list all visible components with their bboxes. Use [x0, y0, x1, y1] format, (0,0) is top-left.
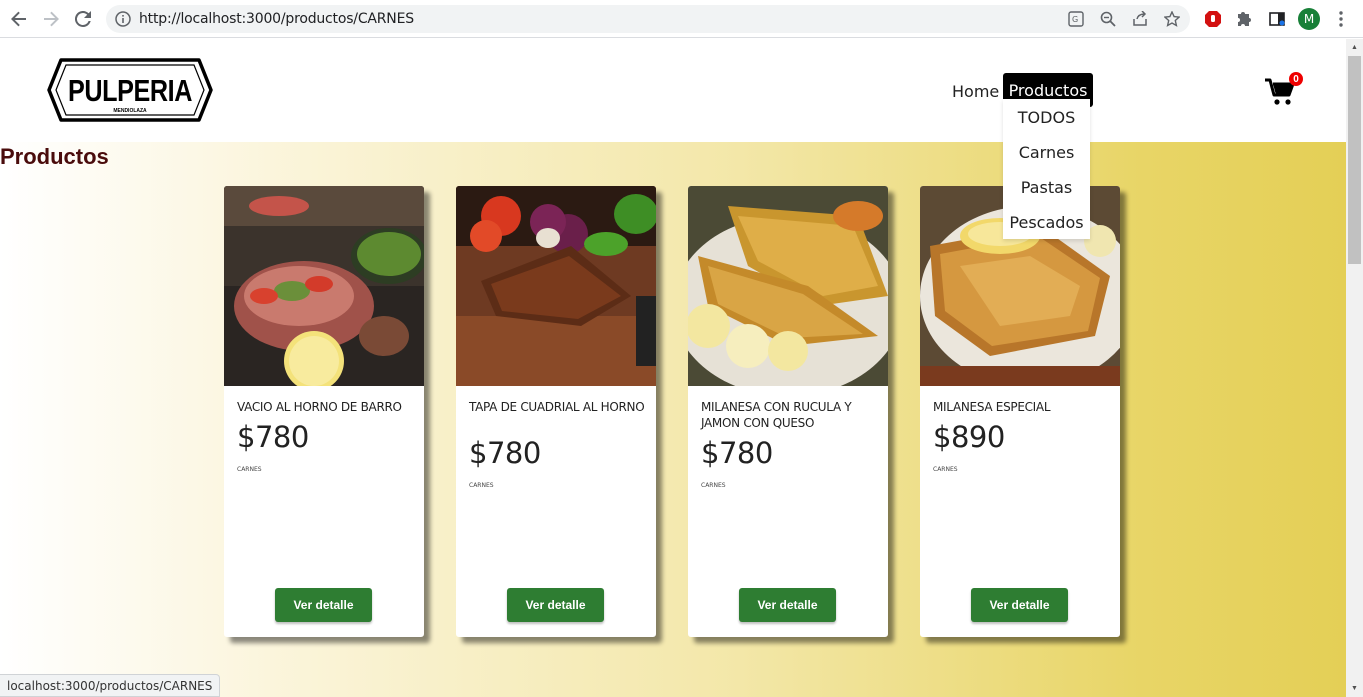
- cart-count-badge: 0: [1289, 72, 1303, 86]
- product-image[interactable]: [456, 186, 656, 386]
- product-name: MILANESA ESPECIAL: [933, 400, 1051, 414]
- svg-text:MENDIOLAZA: MENDIOLAZA: [113, 108, 147, 114]
- dropdown-item-pescados[interactable]: Pescados: [1003, 213, 1090, 232]
- url-text[interactable]: http://localhost:3000/productos/CARNES: [139, 11, 414, 27]
- dropdown-item-carnes[interactable]: Carnes: [1003, 143, 1090, 162]
- back-arrow-icon[interactable]: [8, 8, 30, 30]
- ver-detalle-button[interactable]: Ver detalle: [739, 588, 836, 622]
- nav-home-link[interactable]: Home: [952, 82, 999, 101]
- productos-dropdown-menu: TODOS Carnes Pastas Pescados: [1003, 99, 1090, 239]
- scrollbar-thumb[interactable]: [1348, 56, 1361, 264]
- address-bar[interactable]: http://localhost:3000/productos/CARNES G: [106, 5, 1190, 33]
- profile-avatar[interactable]: M: [1298, 8, 1320, 30]
- ver-detalle-button[interactable]: Ver detalle: [507, 588, 604, 622]
- product-card: MILANESA ESPECIAL $890 CARNES Ver detall…: [920, 186, 1120, 637]
- product-category: CARNES: [469, 482, 494, 489]
- product-price: $890: [933, 420, 1005, 454]
- share-icon[interactable]: [1130, 9, 1150, 29]
- product-card: TAPA DE CUADRIAL AL HORNO $780 CARNES Ve…: [456, 186, 656, 637]
- product-name: TAPA DE CUADRIAL AL HORNO: [469, 400, 645, 414]
- product-category: CARNES: [701, 482, 726, 489]
- info-icon[interactable]: [113, 9, 133, 29]
- page-viewport: PULPERIA MENDIOLAZA Home Productos 0 Pro…: [0, 39, 1346, 697]
- reload-icon[interactable]: [72, 8, 94, 30]
- product-card: MILANESA CON RUCULA Y JAMON CON QUESO $7…: [688, 186, 888, 637]
- product-category: CARNES: [933, 466, 958, 473]
- page-title: Productos: [0, 144, 109, 169]
- product-price: $780: [701, 436, 773, 470]
- bookmark-star-icon[interactable]: [1162, 9, 1182, 29]
- forward-arrow-icon[interactable]: [40, 8, 62, 30]
- kebab-menu-icon[interactable]: [1330, 8, 1352, 30]
- adblock-extension-icon[interactable]: [1202, 8, 1224, 30]
- link-status-bar: localhost:3000/productos/CARNES: [0, 674, 221, 697]
- browser-toolbar: http://localhost:3000/productos/CARNES G…: [0, 0, 1363, 38]
- pulperia-logo[interactable]: PULPERIA MENDIOLAZA: [47, 55, 213, 125]
- page-scrollbar[interactable]: ▲ ▼: [1346, 39, 1363, 697]
- products-section: [0, 142, 1346, 697]
- product-image[interactable]: [688, 186, 888, 386]
- product-price: $780: [469, 436, 541, 470]
- extensions-puzzle-icon[interactable]: [1234, 8, 1256, 30]
- product-card: VACIO AL HORNO DE BARRO $780 CARNES Ver …: [224, 186, 424, 637]
- product-image[interactable]: [224, 186, 424, 386]
- site-header: PULPERIA MENDIOLAZA Home Productos 0: [0, 39, 1346, 142]
- zoom-icon[interactable]: [1098, 9, 1118, 29]
- ver-detalle-button[interactable]: Ver detalle: [275, 588, 372, 622]
- translate-icon[interactable]: G: [1066, 9, 1086, 29]
- ver-detalle-button[interactable]: Ver detalle: [971, 588, 1068, 622]
- dropdown-item-pastas[interactable]: Pastas: [1003, 178, 1090, 197]
- svg-text:PULPERIA: PULPERIA: [68, 73, 192, 108]
- product-price: $780: [237, 420, 309, 454]
- scroll-down-icon[interactable]: ▼: [1350, 684, 1359, 693]
- product-category: CARNES: [237, 466, 262, 473]
- sidepanel-icon[interactable]: [1266, 8, 1288, 30]
- svg-text:G: G: [1072, 15, 1078, 24]
- scroll-up-icon[interactable]: ▲: [1350, 43, 1359, 52]
- product-name: MILANESA CON RUCULA Y JAMON CON QUESO: [701, 400, 852, 430]
- product-name: VACIO AL HORNO DE BARRO: [237, 400, 402, 414]
- dropdown-item-todos[interactable]: TODOS: [1003, 108, 1090, 127]
